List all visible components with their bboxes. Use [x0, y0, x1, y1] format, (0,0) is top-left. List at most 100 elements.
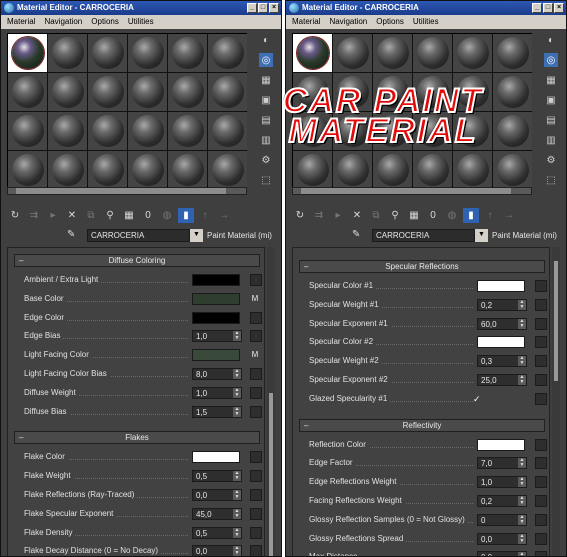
- minimize-button[interactable]: _: [247, 3, 257, 13]
- value-spinner[interactable]: 0 ▲ ▼: [477, 513, 527, 526]
- collapse-icon[interactable]: –: [19, 432, 23, 444]
- spinner-arrows-icon[interactable]: ▲▼: [518, 299, 526, 310]
- panel-scroll-thumb[interactable]: [554, 261, 558, 381]
- collapse-icon[interactable]: –: [304, 261, 308, 273]
- sample-slot[interactable]: [128, 112, 167, 150]
- spinner-value[interactable]: 0,5: [196, 528, 207, 539]
- spinner-value[interactable]: 1,5: [196, 407, 207, 418]
- spinner-arrows-icon[interactable]: ▲▼: [233, 331, 241, 342]
- sample-slot[interactable]: [8, 73, 47, 111]
- sample-slot[interactable]: [88, 34, 127, 72]
- material-name-field[interactable]: CARROCERIA: [372, 229, 475, 242]
- spinner-arrows-icon[interactable]: ▲▼: [518, 514, 526, 525]
- spinner-arrows-icon[interactable]: ▲▼: [233, 508, 241, 519]
- select-by-material-icon[interactable]: ⬚: [259, 173, 273, 187]
- spinner-value[interactable]: 7,0: [481, 458, 492, 469]
- material-type-dropdown[interactable]: ▼: [190, 229, 203, 242]
- reset-icon[interactable]: ✕: [64, 208, 80, 223]
- menu-navigation[interactable]: Navigation: [44, 15, 82, 29]
- sample-slot[interactable]: [88, 151, 127, 189]
- sample-slot[interactable]: [208, 34, 247, 72]
- collapse-icon[interactable]: –: [19, 255, 23, 267]
- value-spinner[interactable]: 0,0 ▲▼: [477, 532, 527, 545]
- spinner-value[interactable]: 1,0: [481, 477, 492, 488]
- sample-slot[interactable]: [48, 112, 87, 150]
- map-button[interactable]: [250, 451, 262, 464]
- sample-slot[interactable]: [88, 112, 127, 150]
- options-icon[interactable]: ⚙: [259, 153, 273, 167]
- sample-slot-active[interactable]: [8, 34, 47, 72]
- map-button[interactable]: M: [250, 349, 260, 361]
- spinner-value[interactable]: 25,0: [481, 375, 497, 386]
- sample-type-icon[interactable]: ◐: [544, 33, 558, 47]
- map-button[interactable]: [250, 526, 262, 539]
- spinner-value[interactable]: 45,0: [196, 509, 212, 520]
- value-spinner[interactable]: 1,0 ▲ ▼: [192, 386, 242, 399]
- go-to-parent-icon[interactable]: ↑: [482, 208, 498, 223]
- rollout-diffuse-coloring[interactable]: – Diffuse Coloring: [14, 254, 260, 267]
- sample-slot[interactable]: [453, 34, 492, 72]
- maximize-button[interactable]: □: [258, 3, 268, 13]
- show-map-icon[interactable]: ◍: [444, 208, 460, 223]
- slots-scrollbar[interactable]: [292, 187, 532, 195]
- checkbox[interactable]: ✓: [473, 394, 483, 404]
- material-type-button[interactable]: Paint Material (mi): [492, 229, 557, 242]
- options-icon[interactable]: ⚙: [544, 153, 558, 167]
- menu-material[interactable]: Material: [292, 15, 320, 29]
- spinner-value[interactable]: 60,0: [481, 319, 497, 330]
- map-button[interactable]: [250, 507, 262, 520]
- map-button[interactable]: [535, 374, 547, 386]
- copy-material-icon[interactable]: ⧉: [83, 208, 99, 223]
- sample-type-icon[interactable]: ◐: [259, 33, 273, 47]
- title-bar[interactable]: Material Editor - CARROCERIA _ □ ×: [1, 1, 281, 15]
- spinner-value[interactable]: 0,3: [481, 356, 492, 367]
- spinner-arrows-icon[interactable]: ▲▼: [233, 490, 241, 500]
- sample-slot[interactable]: [48, 34, 87, 72]
- map-button[interactable]: [535, 476, 547, 489]
- close-button[interactable]: ×: [554, 3, 564, 13]
- scroll-thumb[interactable]: [301, 188, 511, 194]
- map-button[interactable]: M: [250, 293, 260, 305]
- rollout-flakes[interactable]: – Flakes: [14, 431, 260, 445]
- copy-material-icon[interactable]: ⧉: [368, 208, 384, 223]
- spinner-value[interactable]: 0,5: [196, 471, 207, 482]
- map-button[interactable]: [535, 457, 547, 470]
- sample-slot[interactable]: [493, 34, 532, 72]
- sample-slot[interactable]: [128, 73, 167, 111]
- map-button[interactable]: [535, 298, 547, 311]
- spinner-value[interactable]: 1,0: [196, 331, 207, 342]
- map-button[interactable]: [250, 330, 262, 343]
- close-button[interactable]: ×: [269, 3, 279, 13]
- menu-navigation[interactable]: Navigation: [329, 15, 367, 29]
- show-end-result-icon[interactable]: ▮: [463, 207, 479, 223]
- assign-to-selection-icon[interactable]: ▸: [45, 208, 61, 223]
- rollout-specular-reflections[interactable]: – Specular Reflections: [299, 260, 545, 273]
- spinner-arrows-icon[interactable]: ▲▼: [518, 533, 526, 544]
- value-spinner[interactable]: 25,0 ▲ ▼: [477, 374, 527, 386]
- show-map-icon[interactable]: ◍: [159, 208, 175, 223]
- menu-options[interactable]: Options: [91, 15, 119, 29]
- spinner-arrows-icon[interactable]: ▲▼: [233, 527, 241, 538]
- sample-slot[interactable]: [293, 151, 332, 189]
- sample-slot[interactable]: [128, 34, 167, 72]
- color-swatch[interactable]: [192, 451, 240, 464]
- material-name-field[interactable]: CARROCERIA: [87, 229, 190, 242]
- panel-scrollbar[interactable]: [267, 247, 275, 556]
- map-button[interactable]: [250, 311, 262, 324]
- spinner-arrows-icon[interactable]: ▲▼: [233, 406, 241, 417]
- panel-scrollbar[interactable]: [552, 247, 560, 556]
- minimize-button[interactable]: _: [532, 3, 542, 13]
- menu-material[interactable]: Material: [7, 15, 35, 29]
- get-material-icon[interactable]: ↻: [7, 208, 23, 223]
- spinner-value[interactable]: 1,0: [196, 388, 207, 399]
- map-button[interactable]: [535, 355, 547, 368]
- map-button[interactable]: [535, 513, 547, 526]
- scroll-thumb[interactable]: [16, 188, 226, 194]
- spinner-arrows-icon[interactable]: ▲▼: [518, 552, 526, 556]
- sample-slot[interactable]: [208, 151, 247, 189]
- sample-slot[interactable]: [168, 151, 207, 189]
- spinner-arrows-icon[interactable]: ▲▼: [233, 546, 241, 556]
- color-swatch[interactable]: [192, 274, 240, 286]
- value-spinner[interactable]: 0,2 ▲ ▼: [477, 495, 527, 507]
- spinner-value[interactable]: 0: [481, 515, 485, 526]
